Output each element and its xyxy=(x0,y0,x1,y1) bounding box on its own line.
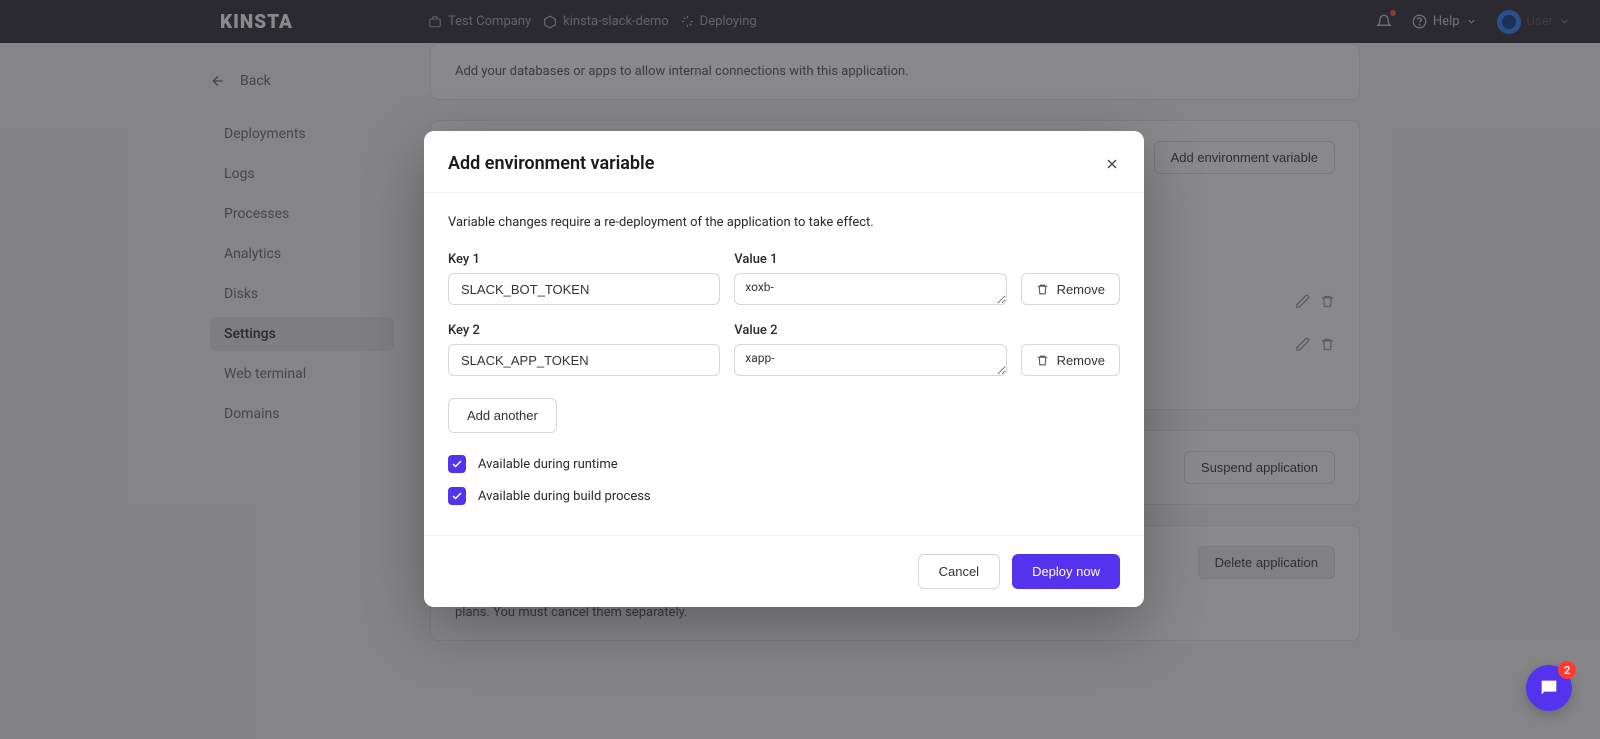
key-label: Key 2 xyxy=(448,323,720,338)
checkbox-runtime-row[interactable]: Available during runtime xyxy=(448,455,1120,473)
checkbox-build-label: Available during build process xyxy=(478,489,651,504)
env-var-row: Key 1 Value 1 xoxb- Remove xyxy=(448,252,1120,305)
key-label: Key 1 xyxy=(448,252,720,267)
deploy-now-button[interactable]: Deploy now xyxy=(1012,554,1120,589)
check-icon xyxy=(451,490,463,502)
trash-icon xyxy=(1036,283,1049,296)
add-another-button[interactable]: Add another xyxy=(448,398,557,433)
add-env-var-modal: Add environment variable Variable change… xyxy=(424,131,1144,607)
check-icon xyxy=(451,458,463,470)
trash-icon xyxy=(1036,354,1049,367)
checkbox-build[interactable] xyxy=(448,487,466,505)
checkbox-runtime[interactable] xyxy=(448,455,466,473)
remove-button[interactable]: Remove xyxy=(1021,344,1120,376)
chat-widget[interactable]: 2 xyxy=(1526,665,1572,711)
cancel-button[interactable]: Cancel xyxy=(918,554,1000,589)
checkbox-runtime-label: Available during runtime xyxy=(478,457,618,472)
value-label: Value 2 xyxy=(734,323,1006,338)
value-label: Value 1 xyxy=(734,252,1006,267)
env-key-input[interactable] xyxy=(448,273,720,305)
close-button[interactable] xyxy=(1104,156,1120,172)
modal-helper-text: Variable changes require a re-deployment… xyxy=(448,215,1120,230)
close-icon xyxy=(1104,156,1120,172)
chat-icon xyxy=(1538,677,1560,699)
checkbox-build-row[interactable]: Available during build process xyxy=(448,487,1120,505)
chat-badge: 2 xyxy=(1558,661,1576,679)
env-value-input[interactable]: xapp- xyxy=(734,344,1006,376)
remove-button[interactable]: Remove xyxy=(1021,273,1120,305)
env-key-input[interactable] xyxy=(448,344,720,376)
modal-title: Add environment variable xyxy=(448,153,654,174)
env-value-input[interactable]: xoxb- xyxy=(734,273,1006,305)
env-var-row: Key 2 Value 2 xapp- Remove xyxy=(448,323,1120,376)
